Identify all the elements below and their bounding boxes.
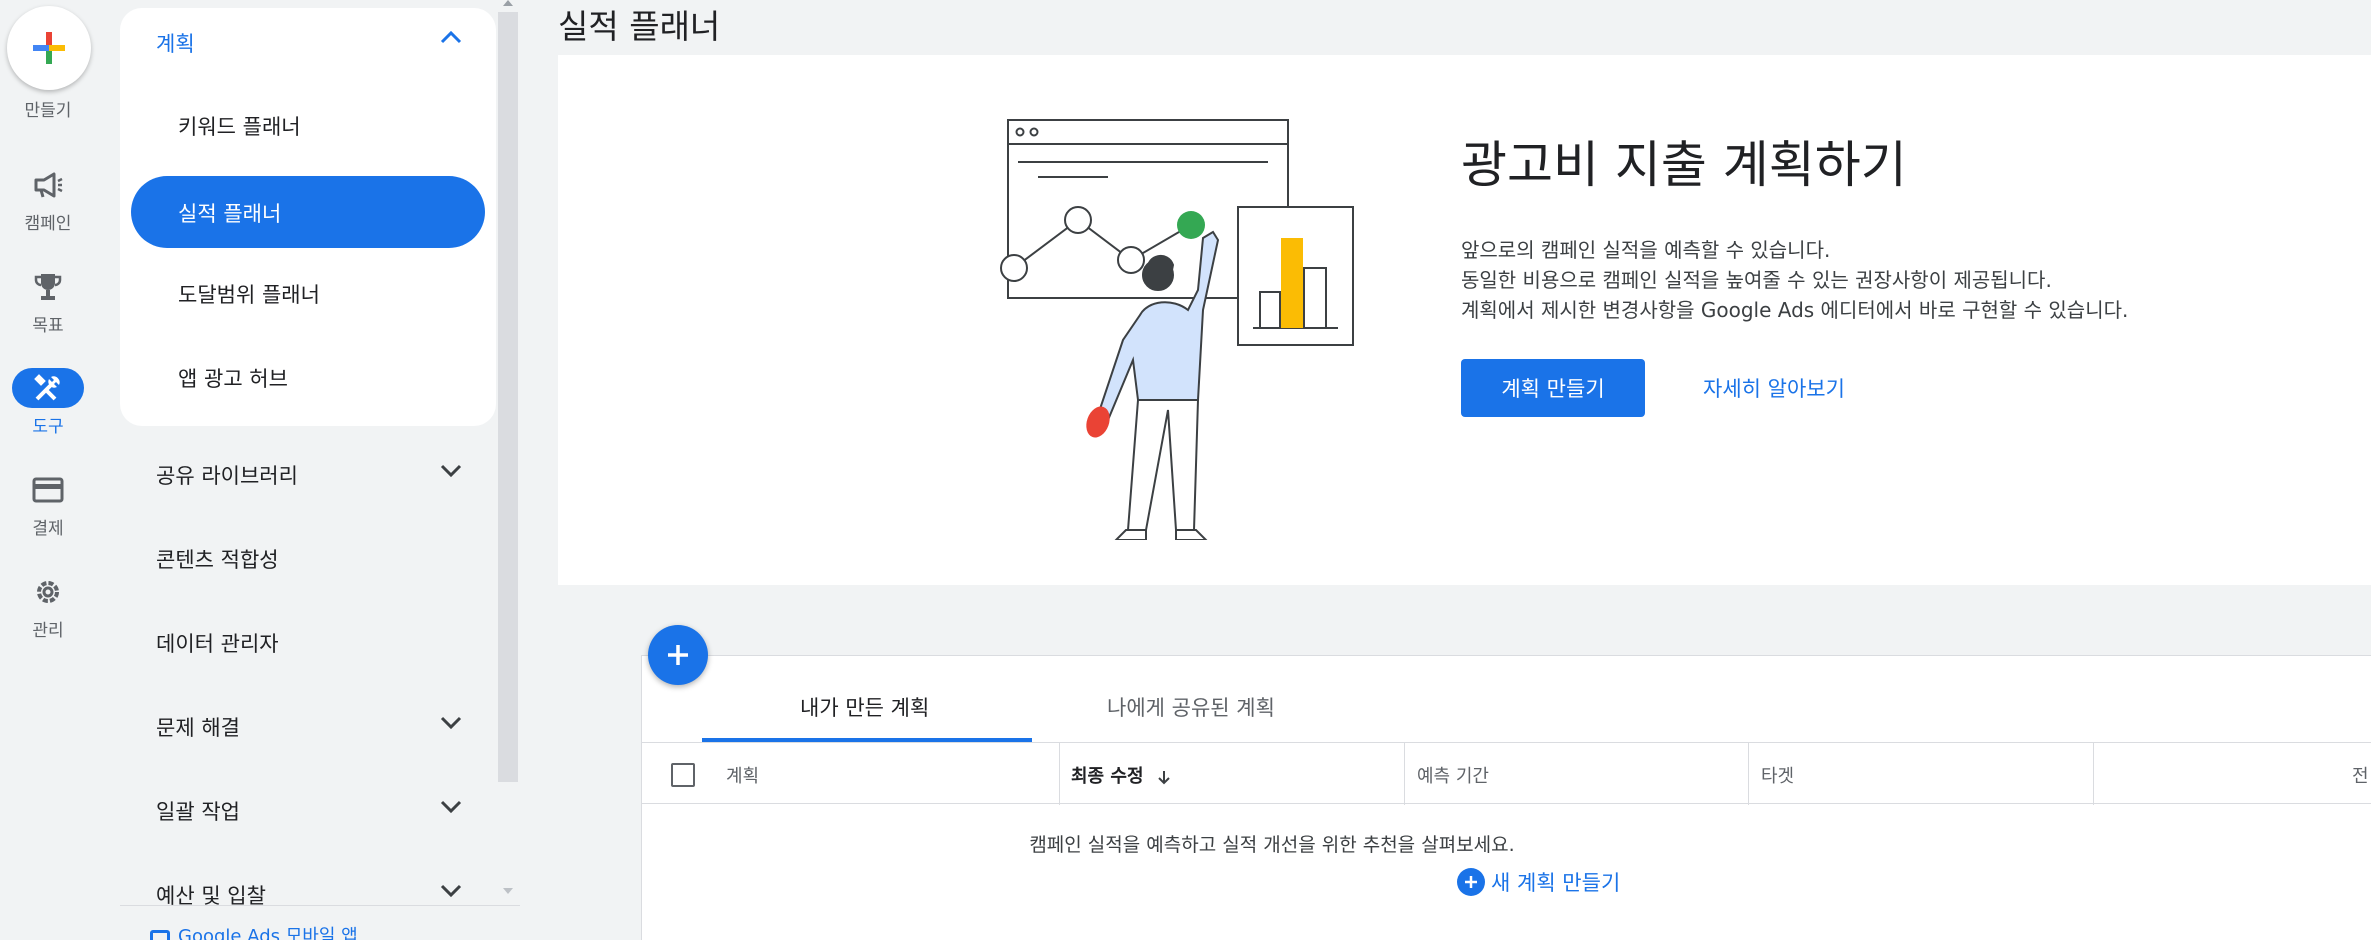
- sidebar-item-data-manager[interactable]: 데이터 관리자: [120, 612, 496, 672]
- phone-icon: [150, 930, 170, 940]
- sidebar-item-performance-planner[interactable]: 실적 플래너: [131, 176, 485, 248]
- rail-label-campaigns: 캠페인: [24, 214, 72, 234]
- planning-section-title: 계획: [156, 32, 195, 56]
- plus-icon: [668, 645, 688, 665]
- sidebar-item-shared-library[interactable]: 공유 라이브러리: [120, 444, 496, 504]
- sidebar-scrollbar[interactable]: [498, 12, 518, 782]
- rail-item-billing[interactable]: 결제: [0, 470, 96, 539]
- plans-table-card: 내가 만든 계획 나에게 공유된 계획 계획 최종 수정 예측 기간 타겟 전 …: [641, 655, 2371, 940]
- hero-description: 앞으로의 캠페인 실적을 예측할 수 있습니다. 동일한 비용으로 캠페인 실적…: [1461, 235, 2128, 325]
- sidebar-item-troubleshooting[interactable]: 문제 해결: [120, 696, 496, 756]
- rail-label-admin: 관리: [32, 621, 64, 641]
- column-plan[interactable]: 계획: [726, 762, 759, 788]
- select-all-checkbox[interactable]: [671, 763, 695, 787]
- column-forecast-period[interactable]: 예측 기간: [1417, 762, 1489, 788]
- rail-label-billing: 결제: [32, 519, 64, 539]
- add-plan-fab[interactable]: [648, 625, 708, 685]
- sidebar-item-budgets-bidding[interactable]: 예산 및 입찰: [120, 864, 496, 924]
- scroll-down-arrow[interactable]: [503, 888, 513, 894]
- column-separator: [1404, 743, 1405, 805]
- mobile-app-link[interactable]: Google Ads 모바일 앱: [150, 922, 358, 940]
- column-last-modified[interactable]: 최종 수정: [1071, 762, 1172, 788]
- sidebar-item-label: 콘텐츠 적합성: [156, 548, 279, 572]
- planning-submenu: 계획 키워드 플래너 실적 플래너 도달범위 플래너 앱 광고 허브: [120, 8, 496, 426]
- rail-label-tools: 도구: [32, 417, 64, 437]
- column-target[interactable]: 타겟: [1761, 762, 1794, 788]
- sidebar: 계획 키워드 플래너 실적 플래너 도달범위 플래너 앱 광고 허브 공유 라이…: [120, 0, 520, 940]
- rail-item-campaigns[interactable]: 캠페인: [0, 165, 96, 234]
- hero-card: 광고비 지출 계획하기 앞으로의 캠페인 실적을 예측할 수 있습니다. 동일한…: [558, 55, 2371, 585]
- create-label: 만들기: [24, 101, 72, 121]
- chevron-down-icon: [440, 800, 462, 814]
- sidebar-divider: [120, 905, 520, 906]
- rail-create-label-wrap: 만들기: [0, 92, 96, 121]
- scroll-up-arrow[interactable]: [503, 0, 513, 6]
- tab-my-plans[interactable]: 내가 만든 계획: [800, 692, 929, 722]
- hero-line: 계획에서 제시한 변경사항을 Google Ads 에디터에서 바로 구현할 수…: [1461, 298, 2129, 322]
- column-separator: [1059, 743, 1060, 805]
- rail-item-tools[interactable]: 도구: [0, 368, 96, 437]
- chevron-down-icon: [440, 884, 462, 898]
- credit-card-icon: [12, 470, 84, 510]
- sidebar-item-label: 데이터 관리자: [156, 632, 279, 656]
- planning-illustration: [1000, 119, 1354, 540]
- table-header-row: 계획 최종 수정 예측 기간 타겟 전: [642, 742, 2371, 805]
- chevron-down-icon: [440, 716, 462, 730]
- hero-title: 광고비 지출 계획하기: [1461, 136, 1907, 194]
- rail-item-goals[interactable]: 목표: [0, 267, 96, 336]
- sidebar-item-label: 실적 플래너: [178, 202, 282, 226]
- navigation-rail: 만들기 캠페인 목표 도구 결제 관리: [0, 0, 96, 940]
- sidebar-item-content-suitability[interactable]: 콘텐츠 적합성: [120, 528, 496, 588]
- sort-arrow-down-icon: [1158, 771, 1170, 785]
- sidebar-item-keyword-planner[interactable]: 키워드 플래너: [178, 111, 301, 141]
- column-label: 최종 수정: [1071, 766, 1144, 787]
- column-separator: [2093, 743, 2094, 805]
- create-button[interactable]: [7, 6, 91, 90]
- mobile-app-link-label: Google Ads 모바일 앱: [178, 926, 358, 940]
- trophy-icon: [12, 267, 84, 307]
- hero-line: 동일한 비용으로 캠페인 실적을 높여줄 수 있는 권장사항이 제공됩니다.: [1461, 268, 2052, 292]
- tools-icon: [12, 368, 84, 408]
- new-plan-label: 새 계획 만들기: [1491, 871, 1621, 895]
- sidebar-item-reach-planner[interactable]: 도달범위 플래너: [178, 279, 320, 309]
- learn-more-link[interactable]: 자세히 알아보기: [1703, 373, 1845, 403]
- rail-item-admin[interactable]: 관리: [0, 572, 96, 641]
- tab-shared-plans[interactable]: 나에게 공유된 계획: [1107, 692, 1275, 722]
- chevron-up-icon: [440, 30, 462, 44]
- empty-state-message: 캠페인 실적을 예측하고 실적 개선을 위한 추천을 살펴보세요.: [1029, 834, 1515, 856]
- column-truncated[interactable]: 전: [2352, 762, 2369, 788]
- new-plan-link[interactable]: 새 계획 만들기: [1457, 867, 1620, 897]
- hero-text: 광고비 지출 계획하기 앞으로의 캠페인 실적을 예측할 수 있습니다. 동일한…: [1461, 135, 2128, 325]
- chevron-down-icon: [440, 464, 462, 478]
- sidebar-item-label: 일괄 작업: [156, 800, 240, 824]
- create-plan-button[interactable]: 계획 만들기: [1461, 359, 1645, 417]
- hero-line: 앞으로의 캠페인 실적을 예측할 수 있습니다.: [1461, 238, 1831, 262]
- planning-section-header[interactable]: 계획: [120, 8, 496, 74]
- campaign-megaphone-icon: [12, 165, 84, 205]
- add-circle-icon: [1457, 868, 1485, 896]
- sidebar-item-app-ads-hub[interactable]: 앱 광고 허브: [178, 363, 288, 393]
- sidebar-item-bulk-actions[interactable]: 일괄 작업: [120, 780, 496, 840]
- gear-icon: [12, 572, 84, 612]
- sidebar-item-label: 문제 해결: [156, 716, 240, 740]
- page-title: 실적 플래너: [558, 7, 721, 46]
- sidebar-item-label: 공유 라이브러리: [156, 464, 298, 488]
- google-plus-icon: [33, 32, 65, 64]
- column-separator: [1748, 743, 1749, 805]
- rail-label-goals: 목표: [32, 316, 64, 336]
